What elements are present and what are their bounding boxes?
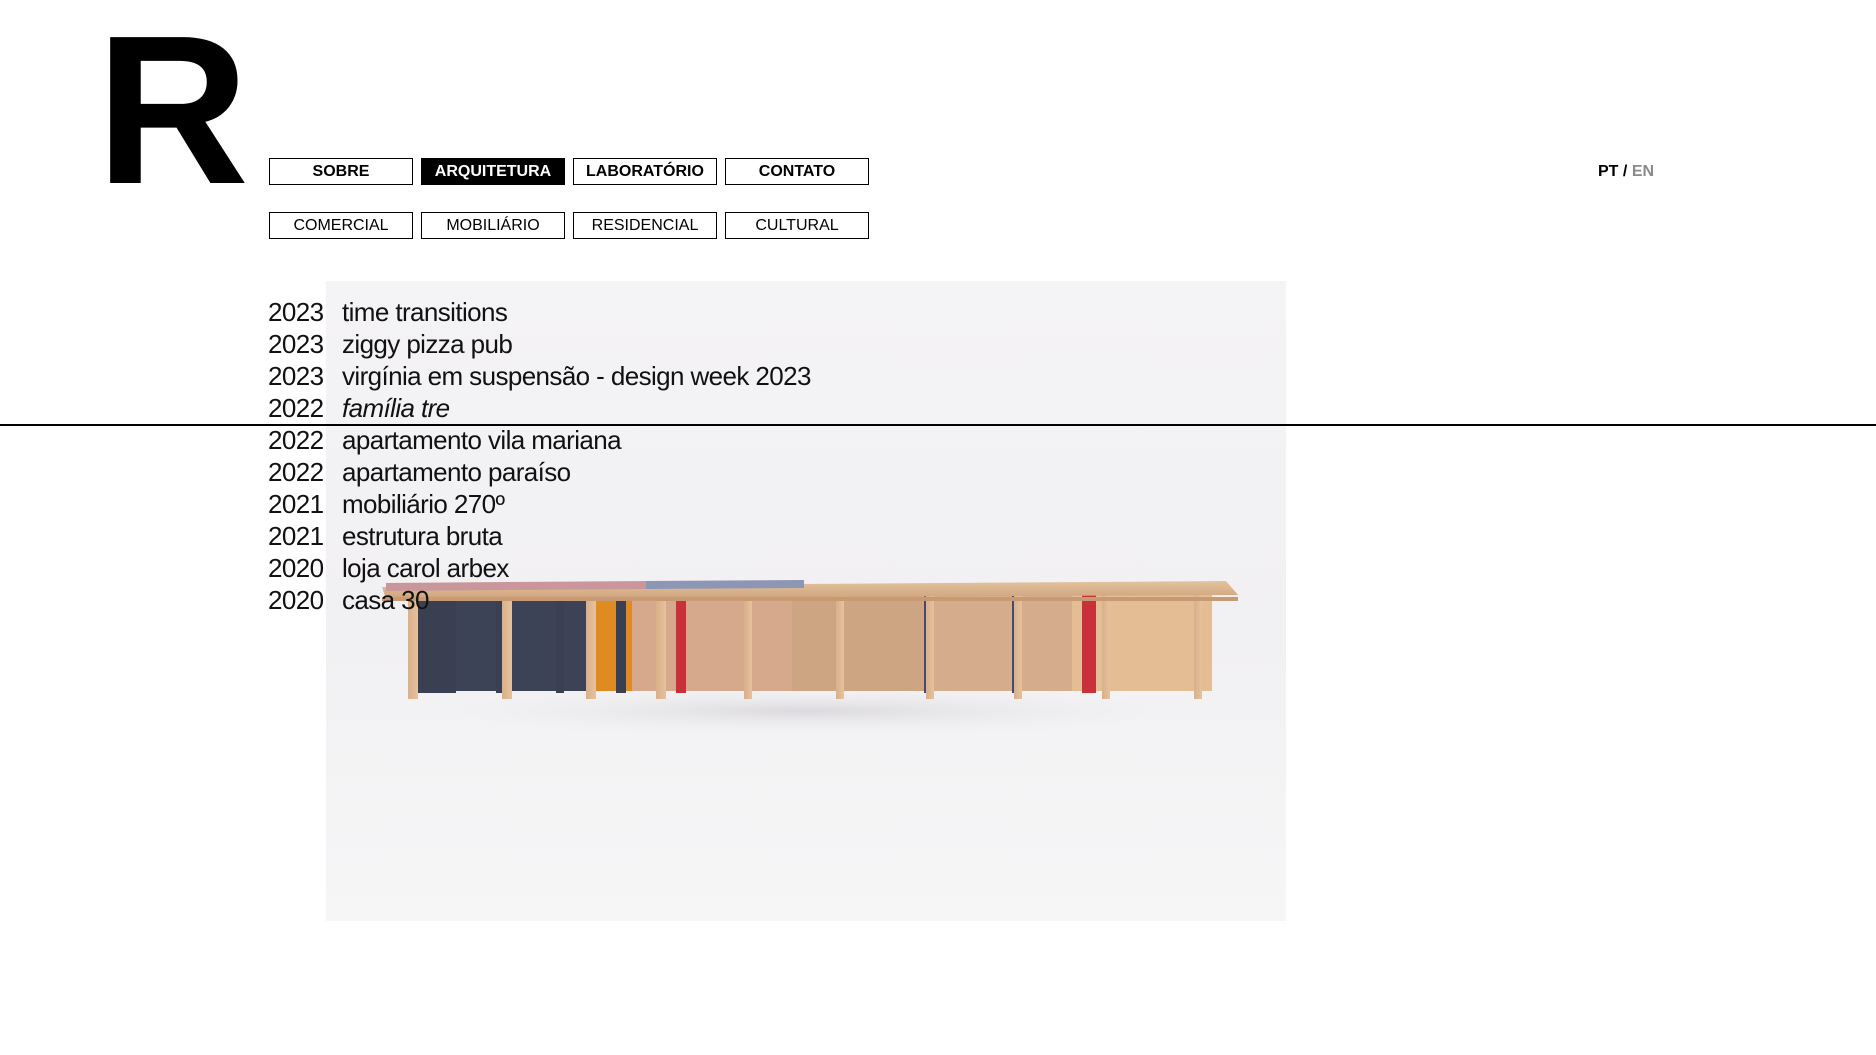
project-year: 2023 <box>268 329 324 359</box>
project-item[interactable]: 2023 ziggy pizza pub <box>268 328 811 360</box>
nav-sobre-button[interactable]: SOBRE <box>269 158 413 185</box>
project-name: estrutura bruta <box>342 521 503 551</box>
project-year: 2022 <box>268 425 324 455</box>
project-year: 2020 <box>268 553 324 583</box>
project-item[interactable]: 2022 apartamento vila mariana <box>268 424 811 456</box>
project-list: 2023 time transitions 2023 ziggy pizza pub… <box>268 296 811 616</box>
category-filter-nav: COMERCIAL MOBILIÁRIO RESIDENCIAL CULTURA… <box>269 212 869 239</box>
project-item[interactable]: 2023 virgínia em suspensão - design week … <box>268 360 811 392</box>
logo[interactable]: R <box>96 4 249 216</box>
project-item[interactable]: 2020 casa 30 <box>268 584 811 616</box>
lang-separator: / <box>1622 163 1628 180</box>
project-name: apartamento paraíso <box>342 457 571 487</box>
project-name: família tre <box>342 393 450 423</box>
project-item-hovered[interactable]: 2022 família tre <box>268 392 811 424</box>
project-name: virgínia em suspensão - design week 2023 <box>342 361 811 391</box>
project-name: loja carol arbex <box>342 553 509 583</box>
filter-mobiliario-button[interactable]: MOBILIÁRIO <box>421 212 565 239</box>
language-switcher: PT / EN <box>1598 163 1654 181</box>
project-name: ziggy pizza pub <box>342 329 513 359</box>
nav-arquitetura-button[interactable]: ARQUITETURA <box>421 158 565 185</box>
project-year: 2020 <box>268 585 324 615</box>
project-name: time transitions <box>342 297 508 327</box>
filter-residencial-button[interactable]: RESIDENCIAL <box>573 212 717 239</box>
project-year: 2021 <box>268 521 324 551</box>
project-item[interactable]: 2022 apartamento paraíso <box>268 456 811 488</box>
project-year: 2022 <box>268 457 324 487</box>
project-item[interactable]: 2021 mobiliário 270º <box>268 488 811 520</box>
filter-comercial-button[interactable]: COMERCIAL <box>269 212 413 239</box>
project-year: 2023 <box>268 361 324 391</box>
lang-en-link[interactable]: EN <box>1632 163 1654 180</box>
project-year: 2022 <box>268 393 324 423</box>
nav-laboratorio-button[interactable]: LABORATÓRIO <box>573 158 717 185</box>
project-year: 2021 <box>268 489 324 519</box>
page: R SOBRE ARQUITETURA LABORATÓRIO CONTATO … <box>0 0 1876 1055</box>
project-year: 2023 <box>268 297 324 327</box>
project-name: apartamento vila mariana <box>342 425 622 455</box>
project-name: casa 30 <box>342 585 429 615</box>
filter-cultural-button[interactable]: CULTURAL <box>725 212 869 239</box>
project-item[interactable]: 2021 estrutura bruta <box>268 520 811 552</box>
project-item[interactable]: 2020 loja carol arbex <box>268 552 811 584</box>
lang-pt-link[interactable]: PT <box>1598 163 1618 180</box>
project-item[interactable]: 2023 time transitions <box>268 296 811 328</box>
nav-contato-button[interactable]: CONTATO <box>725 158 869 185</box>
primary-nav: SOBRE ARQUITETURA LABORATÓRIO CONTATO <box>269 158 869 185</box>
project-name: mobiliário 270º <box>342 489 505 519</box>
